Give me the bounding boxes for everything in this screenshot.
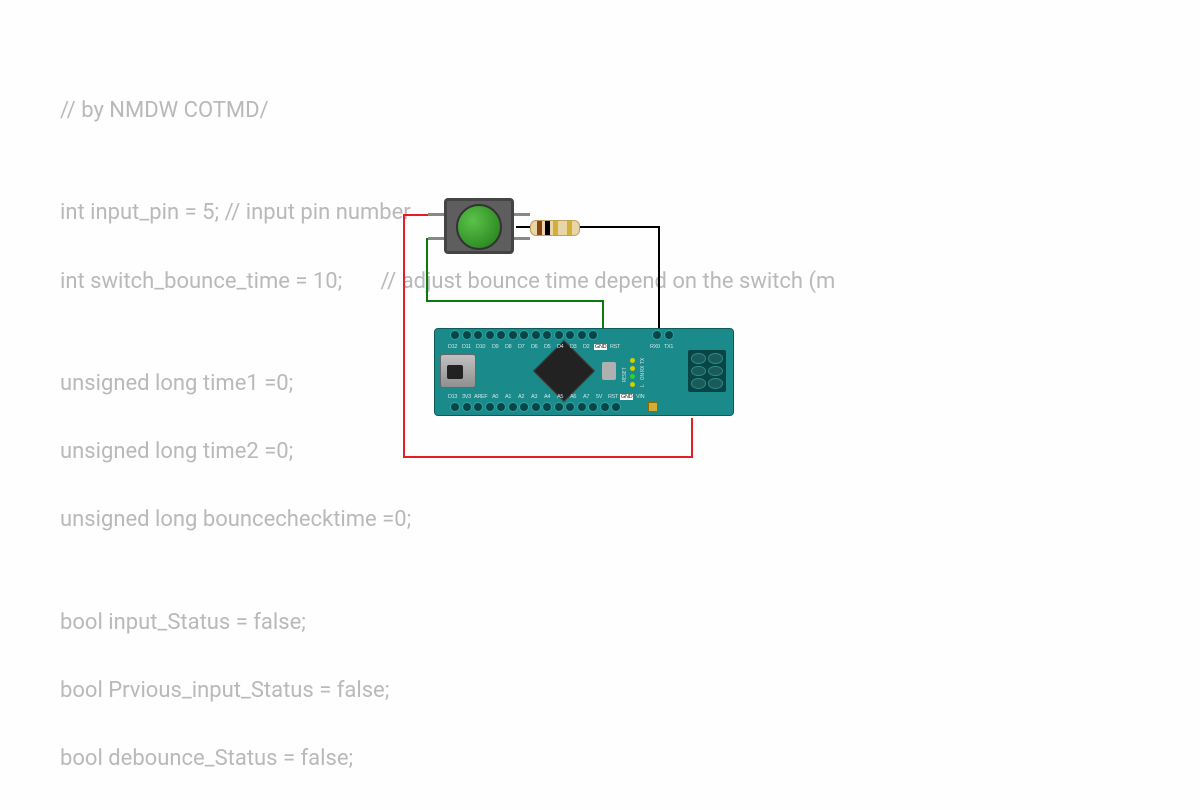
wire-green [426,238,428,302]
wire-green [426,300,604,302]
pin-label: D2 [583,344,589,350]
led-rx [630,366,635,371]
code-line: bool Prvious_input_Status = false; [60,674,835,708]
reset-label: RESET [622,367,628,382]
led-on [630,374,635,379]
pin-label: TX1 [664,344,673,350]
pin-label: A0 [492,394,498,400]
pin-row-top [450,330,598,340]
pin-label: D4 [557,344,563,350]
wire-black [516,226,530,228]
wire-black [580,226,660,228]
pin-label: A3 [531,394,537,400]
pin-label: D9 [492,344,498,350]
icsp-header [688,350,726,392]
pin-label: AREF [474,394,487,400]
led-l [630,382,635,387]
pin-label: RST [608,394,618,400]
code-line: bool debounce_Status = false; [60,742,835,776]
wire-red [403,214,405,458]
led-tx [630,358,635,363]
code-line: bool input_Status = false; [60,606,835,640]
usb-port [440,354,476,388]
wire-black [658,226,660,330]
pin-label: VIN [636,394,644,400]
circuit-diagram: D12 D11 D10 D9 D8 D7 D6 D5 D4 D3 D2 GND … [350,170,850,460]
led-label: ON [640,373,646,380]
pin-label: RX0 [650,344,660,350]
pin-label: D5 [544,344,550,350]
wire-red [403,456,693,458]
led-label: TX [640,358,646,364]
led-label: L [640,384,646,387]
pin-label: D12 [448,344,457,350]
pin-label: RST [610,344,620,350]
pin-label: D11 [462,344,471,350]
button-pin [512,237,530,240]
pin-label: A6 [570,394,576,400]
pin-label: D7 [518,344,524,350]
code-line: // by NMDW COTMD/ [60,94,835,128]
pin-label: D3 [570,344,576,350]
pin-label: A5 [557,394,563,400]
resistor [530,220,580,236]
wire-red [691,418,693,458]
pin-row-top-r [652,330,674,340]
led-label: RX [640,366,646,372]
reset-button[interactable] [602,362,616,380]
pin-label: D8 [505,344,511,350]
pin-label: D6 [531,344,537,350]
pin-label: A1 [505,394,511,400]
vin-pad [648,402,658,412]
pin-label: D10 [476,344,485,350]
pin-label: A2 [518,394,524,400]
pin-label: 3V3 [462,394,471,400]
push-button-cap[interactable] [456,204,502,250]
pin-label: GND [620,394,633,400]
pin-label: 5V [596,394,602,400]
pin-label: D13 [448,394,457,400]
wire-green [602,300,604,330]
pin-label: A4 [544,394,550,400]
code-line: unsigned long bouncechecktime =0; [60,503,835,537]
pin-label: A7 [583,394,589,400]
pin-label: GND [594,344,607,350]
pin-row-bottom [450,402,621,412]
button-pin [512,213,530,216]
